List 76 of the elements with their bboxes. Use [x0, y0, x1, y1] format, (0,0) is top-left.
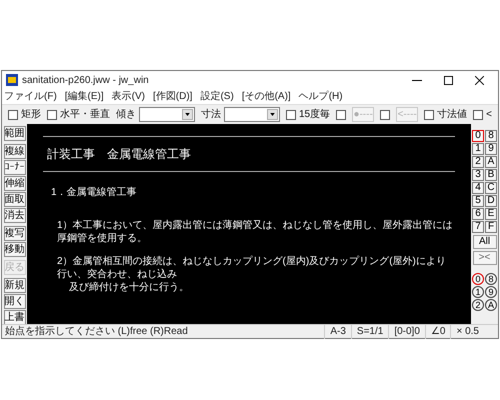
tool-button[interactable]: 面取 [4, 192, 26, 207]
status-field: S=1/1 [350, 324, 388, 339]
menu-item[interactable]: [作図(D)] [153, 89, 192, 104]
tool-button[interactable]: 範囲 [4, 126, 26, 141]
status-field: ∠0 [424, 324, 450, 339]
layer-button[interactable]: 1 [472, 143, 484, 155]
layer-button[interactable]: 7 [472, 221, 484, 233]
checkbox[interactable] [424, 110, 434, 120]
tool-button[interactable]: 複写 [4, 226, 26, 241]
all-layers-button[interactable]: All [472, 235, 496, 249]
layer-group-button[interactable]: 0 [472, 273, 484, 285]
tool-button[interactable]: 新規 [4, 278, 26, 293]
menu-item[interactable]: [編集(E)] [64, 89, 104, 104]
status-field: × 0.5 [450, 324, 484, 339]
checkbox[interactable] [8, 110, 18, 120]
checkbox-label: < [486, 108, 492, 122]
checkbox[interactable] [380, 110, 390, 120]
field-label: 傾き [116, 108, 136, 122]
menu-item[interactable]: ファイル(F) [4, 89, 57, 104]
layer-button[interactable]: 5 [472, 195, 484, 207]
layer-button[interactable]: 2 [472, 156, 484, 168]
drawing-canvas[interactable]: 計装工事 金属電線管工事 1．金属電線管工事 1）本工事において、屋内露出管には薄鋼管又は、ねじなし管を使用し、屋外露出管には厚鋼管を使用する。 2）金属管相互間の接続は、ねじなしカップリング(屋内)及びカップリング(屋外)により行い、突合わせ、ねじ込み 及び締付けを十分に行う。 [27, 124, 471, 324]
tool-button[interactable]: ｺｰﾅｰ [4, 160, 26, 175]
maximize-icon[interactable] [444, 76, 453, 84]
layer-toggle-button[interactable]: >< [472, 251, 496, 265]
layer-group-button[interactable]: 1 [472, 286, 484, 298]
layer-button[interactable]: E [485, 208, 497, 220]
layer-button[interactable]: B [485, 169, 497, 181]
drawing-title: 計装工事 金属電線管工事 [47, 147, 191, 161]
layer-group-button[interactable]: 2 [472, 299, 484, 311]
layer-button[interactable]: C [485, 182, 497, 194]
layer-button[interactable]: 4 [472, 182, 484, 194]
tool-button[interactable]: 上書 [4, 310, 26, 324]
checkbox[interactable] [473, 110, 484, 120]
drawing-text: 1．金属電線管工事 [50, 186, 138, 199]
checkbox[interactable] [336, 110, 346, 120]
tool-button[interactable]: 開く [4, 294, 26, 309]
menu-item[interactable]: ヘルプ(H) [298, 89, 343, 104]
field-label: 寸法 [201, 108, 221, 122]
close-icon[interactable] [475, 76, 484, 84]
dropdown-arrow-icon [270, 113, 275, 116]
layer-group-button[interactable]: A [485, 299, 497, 311]
layer-button[interactable]: A [485, 156, 497, 168]
status-field: [0-0]0 [388, 324, 425, 339]
drawing-text: 2）金属管相互間の接続は、ねじなしカップリング(屋内)及びカップリング(屋外)により行い、突合わせ、ねじ込み [56, 255, 447, 281]
status-field: A-3 [324, 324, 351, 339]
layer-group-button[interactable]: 9 [485, 286, 497, 298]
layer-group-button[interactable]: 8 [485, 273, 497, 285]
menu-item[interactable]: [その他(A)] [242, 89, 291, 104]
layer-button[interactable]: D [485, 195, 497, 207]
checkbox[interactable] [286, 110, 296, 120]
dropdown-field[interactable] [139, 107, 195, 122]
layer-button[interactable]: 0 [472, 130, 484, 142]
menu-item[interactable]: 設定(S) [200, 89, 234, 104]
checkbox-label: 寸法値 [437, 108, 468, 122]
layer-button[interactable]: 6 [472, 208, 484, 220]
layer-button[interactable]: 8 [485, 130, 497, 142]
status-message: 始点を指示してください (L)free (R)Read [4, 324, 188, 339]
layer-button[interactable]: F [485, 221, 497, 233]
tool-button[interactable]: 複線 [4, 144, 26, 159]
menu-item[interactable]: 表示(V) [112, 89, 146, 104]
drawing-text: 及び締付けを十分に行う。 [68, 281, 190, 294]
tool-button[interactable]: 伸縮 [4, 176, 26, 191]
tool-button[interactable]: 消去 [4, 208, 26, 223]
checkbox-label: 15度毎 [299, 108, 330, 122]
dropdown-arrow-icon [185, 113, 190, 116]
app-icon [6, 74, 18, 86]
tool-button[interactable]: 移動 [4, 242, 26, 257]
layer-button[interactable]: 9 [485, 143, 497, 155]
checkbox-label: 水平・垂直 [60, 108, 110, 122]
drawing-text: 1）本工事において、屋内露出管には薄鋼管又は、ねじなし管を使用し、屋外露出管には厚鋼管を使用する。 [56, 219, 454, 245]
window-title: sanitation-p260.jww - jw_win [22, 74, 149, 88]
layer-button[interactable]: 3 [472, 169, 484, 181]
checkbox[interactable] [47, 110, 57, 120]
dropdown-field[interactable] [224, 107, 280, 122]
checkbox-label: 矩形 [21, 108, 41, 122]
